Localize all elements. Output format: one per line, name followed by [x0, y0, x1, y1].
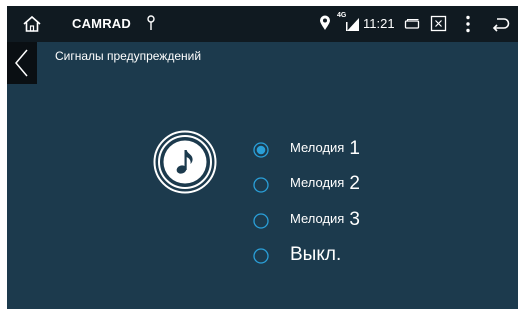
app-name: CAMRAD — [72, 16, 131, 31]
option-word: Мелодия — [290, 140, 345, 155]
signal-icon — [346, 18, 359, 31]
back-icon[interactable] — [491, 14, 511, 34]
option-melody-2[interactable]: Мелодия 2 — [253, 173, 453, 201]
screenshot-icon[interactable] — [430, 15, 447, 32]
radio-selected[interactable] — [253, 142, 269, 158]
option-label: Выкл. — [290, 244, 341, 266]
screen: CAMRAD 4G 11:21 Сигналы предупреждений М… — [7, 6, 518, 309]
option-off-label: Выкл. — [290, 244, 342, 265]
home-icon[interactable] — [22, 14, 42, 34]
option-word: Мелодия — [290, 175, 345, 190]
page-title: Сигналы предупреждений — [55, 49, 202, 63]
option-number: 3 — [349, 209, 360, 230]
radio-unselected[interactable] — [253, 248, 269, 264]
option-melody-3[interactable]: Мелодия 3 — [253, 209, 453, 237]
option-word: Мелодия — [290, 211, 345, 226]
location-icon — [320, 15, 330, 30]
option-number: 2 — [349, 173, 360, 194]
option-off[interactable]: Выкл. — [253, 244, 453, 272]
overflow-menu-icon[interactable] — [465, 14, 471, 34]
music-note-icon — [153, 130, 217, 194]
clock: 11:21 — [363, 16, 395, 31]
radio-unselected[interactable] — [253, 177, 269, 193]
option-label: Мелодия 3 — [290, 209, 360, 231]
option-label: Мелодия 1 — [290, 138, 360, 160]
status-bar: CAMRAD 4G 11:21 — [7, 6, 518, 42]
radio-unselected[interactable] — [253, 213, 269, 229]
option-label: Мелодия 2 — [290, 173, 360, 195]
page-back-button[interactable] — [7, 42, 37, 84]
window-icon[interactable] — [404, 16, 420, 32]
option-melody-1[interactable]: Мелодия 1 — [253, 138, 453, 166]
chevron-left-icon — [15, 49, 28, 77]
usb-icon — [147, 15, 155, 30]
option-number: 1 — [349, 138, 360, 159]
